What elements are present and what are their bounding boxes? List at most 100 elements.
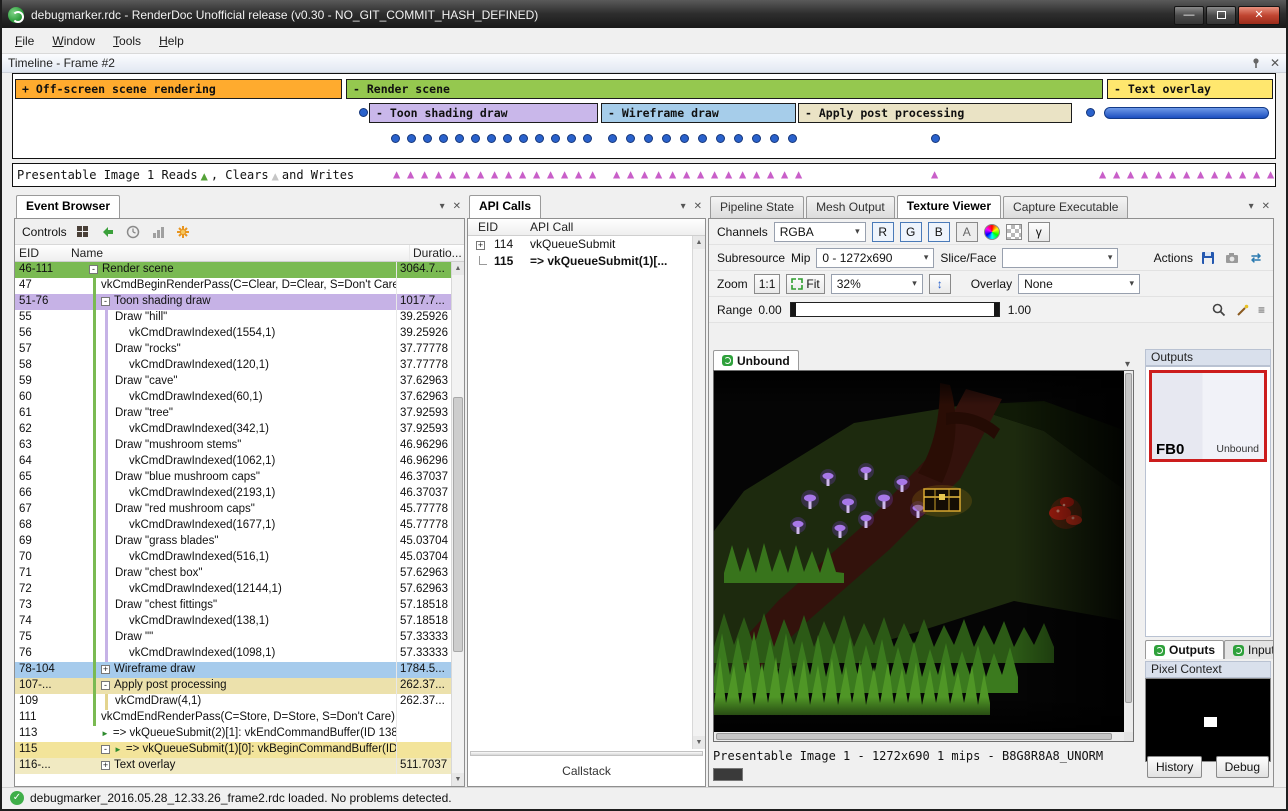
range-handle-black[interactable] [791,303,796,316]
callstack-splitter[interactable] [470,751,703,756]
event-row[interactable]: 51-76-Toon shading draw1017.7... [15,294,451,310]
range-slider[interactable] [790,302,1000,317]
close-button[interactable]: ✕ [1238,6,1280,25]
sparkle-icon[interactable] [174,223,192,241]
scroll-down-icon[interactable]: ▼ [693,736,705,749]
channels-dropdown[interactable]: RGBA▾ [774,222,866,242]
draw-event-dot[interactable] [734,134,743,143]
expand-icon[interactable]: + [476,241,485,250]
overlay-dropdown[interactable]: None▾ [1018,274,1140,294]
zoom-dropdown[interactable]: 32%▾ [831,274,923,294]
event-row[interactable]: 55Draw "hill"39.25926 [15,310,451,326]
event-row[interactable]: 61Draw "tree"37.92593 [15,406,451,422]
history-button[interactable]: History [1147,756,1202,778]
texture-canvas[interactable] [713,370,1134,742]
event-row[interactable]: 71Draw "chest box"57.62963 [15,566,451,582]
zoom-1to1-button[interactable]: 1:1 [754,274,781,294]
event-row[interactable]: 47vkCmdBeginRenderPass(C=Clear, D=Clear,… [15,278,451,294]
expand-icon[interactable]: + [101,761,110,770]
draw-event-dot[interactable] [455,134,464,143]
channel-g-button[interactable]: G [900,222,922,242]
event-row[interactable]: 59Draw "cave"37.62963 [15,374,451,390]
event-row[interactable]: 107-...-Apply post processing262.37... [15,678,451,694]
draw-event-dot[interactable] [626,134,635,143]
scroll-up-icon[interactable]: ▲ [452,262,464,275]
draw-event-dot[interactable] [662,134,671,143]
clock-icon[interactable] [124,223,142,241]
sliceface-dropdown[interactable]: ▾ [1002,248,1118,268]
timeline-bar[interactable]: - Text overlay [1107,79,1273,99]
overflow-grip-icon[interactable]: ≡ [1258,303,1265,317]
maximize-button[interactable] [1206,6,1236,25]
menu-window[interactable]: Window [43,30,104,52]
menu-file[interactable]: File [6,30,43,52]
event-row[interactable]: 46-111-Render scene3064.7... [15,262,451,278]
timeline-bar[interactable]: - Toon shading draw [369,103,598,123]
scroll-up-icon[interactable]: ▲ [693,236,705,249]
refresh-icon[interactable]: ⇄ [1247,249,1265,267]
timeline-bar[interactable]: - Wireframe draw [601,103,796,123]
event-row[interactable]: 68vkCmdDrawIndexed(1677,1)45.77778 [15,518,451,534]
range-max-value[interactable]: 1.00 [1008,303,1031,317]
event-row[interactable]: 75Draw ""57.33333 [15,630,451,646]
channel-b-button[interactable]: B [928,222,950,242]
draw-event-dot[interactable] [359,108,368,117]
dock-close-icon[interactable]: ✕ [453,201,461,212]
range-handle-white[interactable] [994,303,999,316]
draw-event-dot[interactable] [407,134,416,143]
draw-event-dot[interactable] [770,134,779,143]
event-row[interactable]: 67Draw "red mushroom caps"45.77778 [15,502,451,518]
texture-horizontal-scrollbar[interactable] [714,732,1124,741]
draw-event-dot[interactable] [535,134,544,143]
fb0-thumbnail[interactable]: FB0 Unbound [1149,370,1267,462]
draw-event-dot[interactable] [931,134,940,143]
mip-dropdown[interactable]: 0 - 1272x690▾ [816,248,934,268]
draw-event-dot[interactable] [608,134,617,143]
event-row[interactable]: 69Draw "grass blades"45.03704 [15,534,451,550]
column-duration[interactable]: Duratio... [409,245,464,261]
event-row[interactable]: 66vkCmdDrawIndexed(2193,1)46.37037 [15,486,451,502]
event-row[interactable]: 62vkCmdDrawIndexed(342,1)37.92593 [15,422,451,438]
event-row[interactable]: 63Draw "mushroom stems"46.96296 [15,438,451,454]
timeline-close-icon[interactable]: ✕ [1270,56,1280,70]
draw-event-dot[interactable] [583,134,592,143]
draw-event-dot[interactable] [423,134,432,143]
dock-dropdown-icon[interactable]: ▾ [440,201,445,212]
wand-icon[interactable] [1234,301,1252,319]
column-eid[interactable]: EID [468,219,530,235]
event-row[interactable]: 72vkCmdDrawIndexed(12144,1)57.62963 [15,582,451,598]
api-call-row[interactable]: +114vkQueueSubmit [468,236,692,253]
texture-vertical-scrollbar[interactable] [1124,371,1133,732]
api-calls-scrollbar[interactable]: ▲ ▼ [692,236,705,749]
tab-event-browser[interactable]: Event Browser [16,195,120,218]
draw-event-dot[interactable] [503,134,512,143]
texture-list-dropdown-icon[interactable]: ▾ [1125,359,1134,370]
event-row[interactable]: 57Draw "rocks"37.77778 [15,342,451,358]
draw-event-dot[interactable] [752,134,761,143]
draw-event-dot[interactable] [698,134,707,143]
timeline-canvas[interactable]: + Off-screen scene rendering- Render sce… [12,73,1276,159]
event-row[interactable]: 65Draw "blue mushroom caps"46.37037 [15,470,451,486]
pin-icon[interactable] [1250,57,1262,69]
dock-close-icon[interactable]: ✕ [694,201,702,212]
tab-unbound-texture[interactable]: Unbound [713,350,799,370]
event-row[interactable]: 115-►=> vkQueueSubmit(1)[0]: vkBeginComm… [15,742,451,758]
draw-event-dot[interactable] [680,134,689,143]
scroll-down-icon[interactable]: ▼ [452,773,464,786]
channel-r-button[interactable]: R [872,222,894,242]
scroll-thumb[interactable] [1125,373,1132,703]
draw-event-dot[interactable] [716,134,725,143]
tab-pipeline-state[interactable]: Pipeline State [710,196,804,218]
channel-a-button[interactable]: A [956,222,978,242]
collapse-icon[interactable]: - [89,265,98,274]
event-row[interactable]: 116-...+Text overlay511.7037 [15,758,451,774]
tab-outputs[interactable]: Outputs [1145,640,1224,659]
draw-event-dot[interactable] [788,134,797,143]
expand-icon[interactable]: + [101,665,110,674]
draw-event-dot[interactable] [519,134,528,143]
collapse-icon[interactable]: - [101,681,110,690]
dock-close-icon[interactable]: ✕ [1262,201,1270,212]
dock-dropdown-icon[interactable]: ▾ [681,201,686,212]
tab-mesh-output[interactable]: Mesh Output [806,196,895,218]
event-row[interactable]: 56vkCmdDrawIndexed(1554,1)39.25926 [15,326,451,342]
